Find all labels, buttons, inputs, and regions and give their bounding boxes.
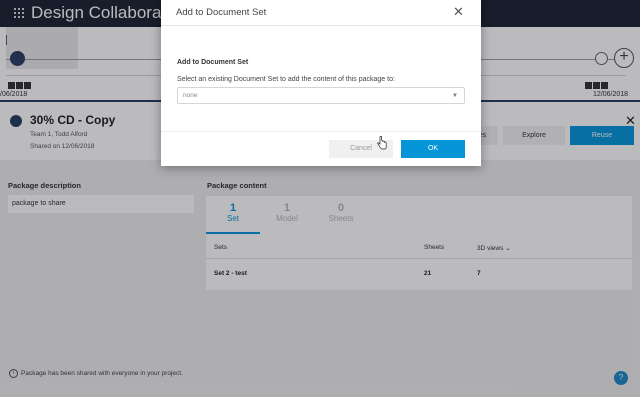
hand-cursor-icon [377, 136, 387, 150]
dialog-prompt: Select an existing Document Set to add t… [177, 76, 395, 83]
dialog-header: Add to Document Set ✕ [161, 0, 481, 26]
document-set-select[interactable]: none ▼ [177, 87, 465, 104]
dialog-footer-divider [161, 131, 481, 132]
ok-button[interactable]: OK [401, 140, 465, 158]
add-to-document-set-dialog: Add to Document Set ✕ Add to Document Se… [161, 0, 481, 166]
dialog-close-icon[interactable]: ✕ [453, 4, 464, 20]
chevron-down-icon: ▼ [452, 93, 458, 99]
dialog-title: Add to Document Set [176, 7, 267, 18]
document-set-select-value: none [183, 92, 198, 99]
dialog-subheading: Add to Document Set [177, 59, 249, 66]
